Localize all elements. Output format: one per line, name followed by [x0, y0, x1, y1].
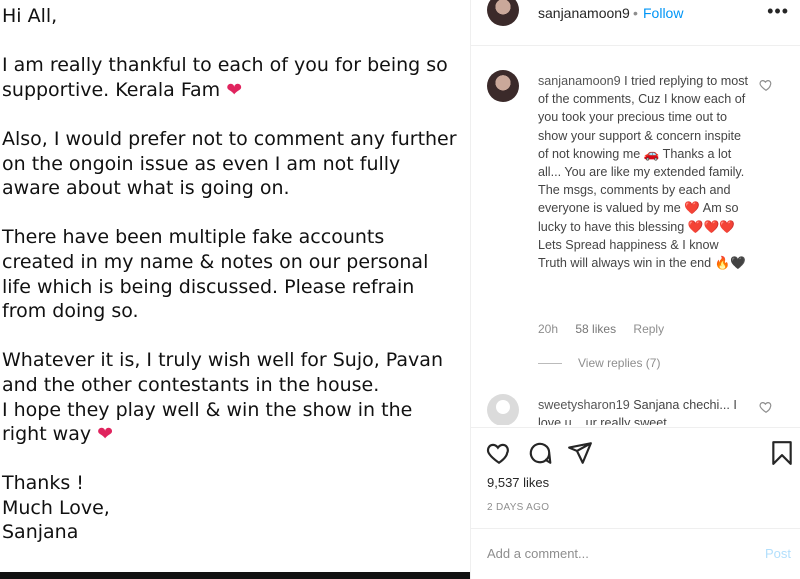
heart-icon: ❤: [226, 78, 243, 101]
comment-reply-button[interactable]: Reply: [633, 322, 664, 336]
heart-icon: ❤: [97, 423, 114, 446]
note-paragraph-3: There have been multiple fake accounts c…: [2, 226, 429, 323]
comment-icon[interactable]: [527, 440, 553, 466]
comment-avatar[interactable]: [487, 394, 519, 425]
note-paragraph-4: Whatever it is, I truly wish well for Su…: [2, 348, 462, 446]
comment-body: sanjanamoon9 I tried replying to most of…: [538, 72, 748, 272]
note-signoff-2: Much Love,: [2, 496, 110, 519]
note-text: Hi All, I am really thankful to each of …: [2, 4, 462, 545]
post-side-panel: sanjanamoon9 • Follow ••• sanjanamoon9 I…: [470, 0, 800, 579]
view-replies-button[interactable]: View replies (7): [538, 356, 660, 370]
comment-like-icon[interactable]: [759, 78, 773, 92]
add-comment-input[interactable]: Add a comment...: [487, 546, 589, 561]
note-paragraph-1: I am really thankful to each of you for …: [2, 53, 462, 102]
view-replies-label: View replies (7): [578, 356, 661, 370]
note-signoff: Thanks ! Much Love, Sanjana: [2, 471, 462, 545]
comments-list[interactable]: sanjanamoon9 I tried replying to most of…: [471, 46, 800, 425]
note-paragraph-2: Also, I would prefer not to comment any …: [2, 127, 457, 200]
comment-time: 20h: [538, 322, 559, 336]
note-greeting: Hi All,: [2, 5, 58, 27]
comment-meta: 20h 58 likes Reply: [538, 322, 678, 336]
comment-username[interactable]: sanjanamoon9: [538, 74, 621, 88]
follow-button[interactable]: Follow: [643, 5, 683, 21]
add-comment-bar: Add a comment... Post: [471, 528, 800, 579]
post-date: 2 DAYS AGO: [487, 502, 550, 513]
post-image[interactable]: Hi All, I am really thankful to each of …: [0, 0, 470, 579]
post-comment-button[interactable]: Post: [765, 546, 791, 561]
replies-line: [538, 363, 562, 365]
post-header: sanjanamoon9 • Follow •••: [471, 0, 800, 46]
more-options-icon[interactable]: •••: [767, 1, 789, 22]
comment-body: sweetysharon19 Sanjana chechi... I love …: [538, 396, 748, 425]
note-signoff-3: Sanjana: [2, 521, 79, 544]
note-paragraph-4b: I hope they play well & win the show in …: [2, 398, 413, 446]
comment-like-icon[interactable]: [759, 400, 773, 414]
comment-text: I tried replying to most of the comments…: [538, 74, 749, 271]
comment-likes[interactable]: 58 likes: [575, 322, 616, 336]
share-icon[interactable]: [567, 440, 593, 466]
like-icon[interactable]: [486, 440, 512, 466]
comment-username[interactable]: sweetysharon19: [538, 398, 630, 412]
author-avatar[interactable]: [487, 0, 519, 26]
comment-avatar[interactable]: [487, 70, 519, 102]
note-paragraph-4a: Whatever it is, I truly wish well for Su…: [2, 349, 443, 396]
bookmark-icon[interactable]: [769, 440, 795, 466]
note-signoff-1: Thanks !: [2, 472, 84, 495]
note-paragraph-1-text: I am really thankful to each of you for …: [2, 54, 448, 101]
likes-count[interactable]: 9,537 likes: [487, 475, 549, 490]
header-separator: •: [633, 5, 638, 21]
image-bottom-edge: [0, 572, 470, 579]
author-username[interactable]: sanjanamoon9: [538, 5, 630, 21]
